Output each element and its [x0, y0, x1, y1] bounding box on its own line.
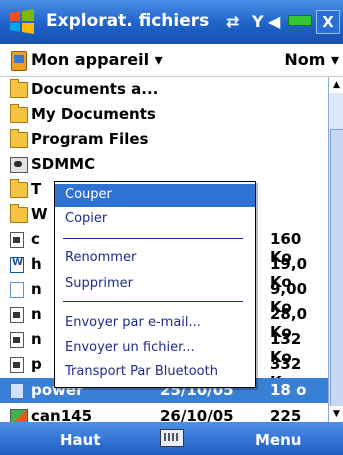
file-name: My Documents [31, 105, 156, 123]
menu-item-send-email[interactable]: Envoyer par e-mail... [55, 312, 255, 335]
list-item[interactable]: Program Files [0, 127, 328, 152]
sdcard-icon [10, 157, 28, 173]
file-name: Documents a... [31, 80, 159, 98]
menu-separator [63, 301, 243, 302]
file-name: T [31, 180, 42, 198]
swap-file-icon [10, 383, 24, 399]
file-icon [10, 357, 24, 373]
file-name: p [31, 355, 42, 373]
menu-item-send-file[interactable]: Envoyer un fichier... [55, 337, 255, 360]
sort-dropdown[interactable]: Nom ▾ [284, 50, 339, 69]
list-item[interactable]: My Documents [0, 102, 328, 127]
file-name: Program Files [31, 130, 149, 148]
file-icon [10, 307, 24, 323]
file-icon [10, 332, 24, 348]
volume-icon[interactable]: ◀ [268, 12, 280, 31]
connectivity-icon[interactable]: ⇄ [226, 12, 239, 31]
folder-icon [10, 179, 28, 198]
file-name: c [31, 230, 40, 248]
battery-icon[interactable] [288, 15, 312, 26]
word-doc-icon [10, 257, 24, 273]
app-title: Explorat. fichiers [46, 11, 210, 31]
signal-icon[interactable]: Y [252, 12, 264, 31]
location-bar: Mon appareil ▾ Nom ▾ [0, 44, 343, 77]
list-item[interactable]: can145 26/10/05 225 Ko [0, 404, 328, 422]
bottom-menu-bar: Haut Menu [0, 422, 343, 455]
folder-icon [10, 129, 28, 148]
file-name: h [31, 255, 42, 273]
file-name: n [31, 280, 42, 298]
list-item[interactable]: SDMMC [0, 152, 328, 177]
folder-icon [10, 104, 28, 123]
file-date: 26/10/05 [160, 407, 234, 422]
vertical-scrollbar[interactable]: ▲ ▼ [328, 77, 343, 431]
close-button[interactable]: X [316, 10, 340, 34]
folder-icon [10, 79, 28, 98]
scroll-down-arrow-icon[interactable]: ▼ [329, 406, 343, 422]
context-menu: Couper Copier Renommer Supprimer Envoyer… [54, 181, 256, 388]
file-icon [10, 232, 24, 248]
text-file-icon [10, 282, 24, 298]
menu-item-rename[interactable]: Renommer [55, 247, 255, 270]
list-item[interactable]: Documents a... [0, 77, 328, 102]
title-bar: Explorat. fichiers ⇄ Y ◀ X [0, 0, 343, 44]
menu-item-bluetooth[interactable]: Transport Par Bluetooth [55, 361, 255, 384]
file-name: n [31, 330, 42, 348]
file-name: W [31, 205, 48, 223]
menu-item-cut[interactable]: Couper [55, 184, 255, 207]
scrollbar-thumb[interactable] [330, 129, 343, 431]
file-size: 225 Ko [270, 407, 302, 422]
keyboard-icon[interactable] [160, 429, 184, 447]
file-name: SDMMC [31, 155, 96, 173]
file-name: n [31, 305, 42, 323]
menu-button[interactable]: Menu [255, 431, 301, 449]
location-dropdown[interactable]: Mon appareil ▾ [31, 50, 163, 69]
scroll-up-arrow-icon[interactable]: ▲ [329, 77, 343, 93]
up-button[interactable]: Haut [60, 431, 101, 449]
menu-separator [63, 238, 243, 239]
folder-icon [10, 204, 28, 223]
image-file-icon [10, 409, 28, 422]
device-icon [11, 51, 27, 71]
file-size: 18 o [270, 381, 307, 399]
file-name: can145 [31, 407, 93, 422]
menu-item-delete[interactable]: Supprimer [55, 273, 255, 296]
windows-logo-icon[interactable] [7, 7, 37, 37]
menu-item-copy[interactable]: Copier [55, 208, 255, 231]
